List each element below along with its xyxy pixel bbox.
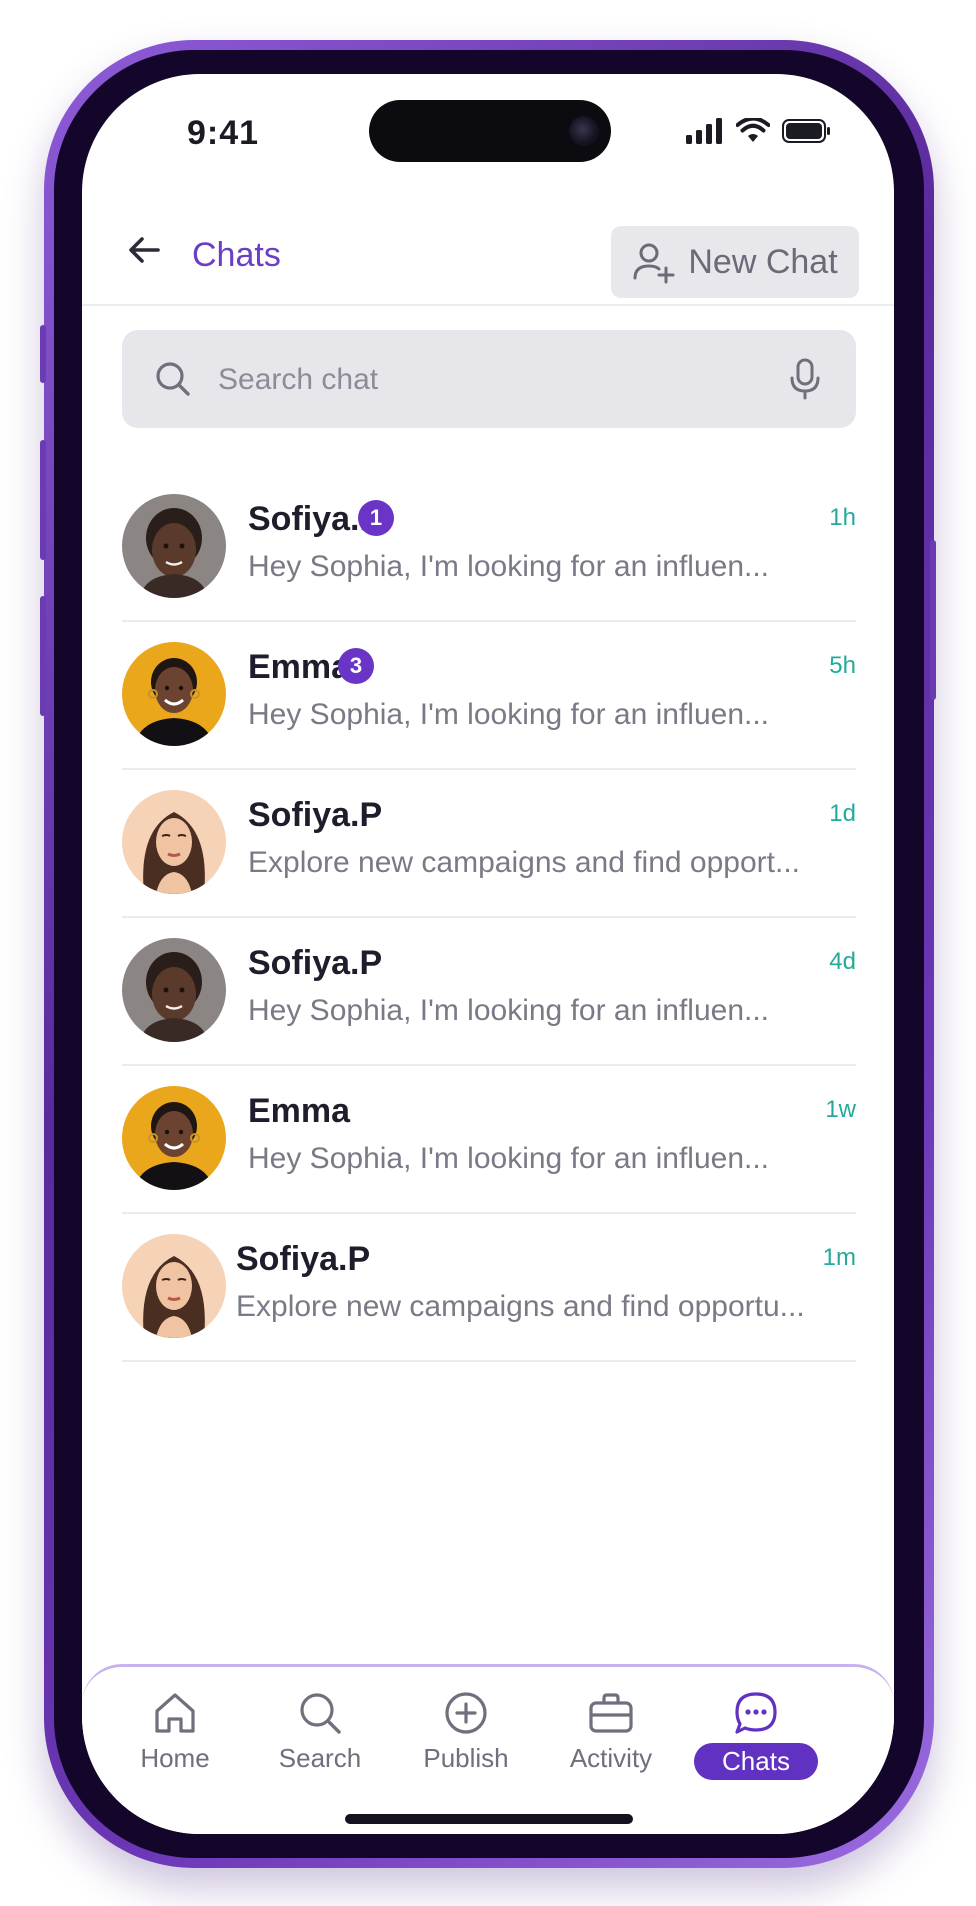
avatar (122, 790, 226, 894)
chat-time: 4d (829, 948, 856, 975)
battery-icon (782, 119, 830, 143)
unread-badge: 3 (338, 648, 374, 684)
page-title: Chats (192, 236, 281, 274)
chat-time: 5h (829, 652, 856, 679)
chat-list: Sofiya.P 1 1h Hey Sophia, I'm looking fo… (122, 474, 856, 1362)
nav-search[interactable]: Search (260, 1689, 380, 1774)
avatar (122, 642, 226, 746)
chat-preview: Hey Sophia, I'm looking for an influen..… (248, 994, 770, 1027)
chat-row[interactable]: Sofiya.P 1d Explore new campaigns and fi… (122, 770, 856, 918)
dynamic-island (369, 100, 611, 162)
phone-screen: 9:41 Chats New Chat Search chat Sofiya.P… (82, 74, 894, 1834)
chat-name: Sofiya.P (248, 944, 383, 982)
phone-side-button (40, 325, 46, 383)
chat-name: Sofiya.P (236, 1240, 371, 1278)
avatar (122, 1234, 226, 1338)
chat-preview: Hey Sophia, I'm looking for an influen..… (248, 550, 770, 583)
chat-name: Sofiya.P (248, 796, 383, 834)
phone-power-button (930, 540, 936, 700)
phone-volume-down-button (40, 596, 46, 716)
app-header: Chats New Chat (82, 194, 894, 306)
nav-activity[interactable]: Activity (551, 1689, 671, 1774)
camera-icon (569, 116, 599, 146)
avatar (122, 1086, 226, 1190)
phone-volume-up-button (40, 440, 46, 560)
nav-label: Home (140, 1743, 210, 1773)
new-chat-label: New Chat (688, 242, 838, 281)
chat-row[interactable]: Emma 3 5h Hey Sophia, I'm looking for an… (122, 622, 856, 770)
search-input[interactable] (216, 330, 760, 430)
nav-label: Activity (569, 1743, 653, 1773)
chat-preview: Explore new campaigns and find opportu..… (236, 1290, 805, 1323)
home-indicator (345, 1814, 633, 1824)
nav-home[interactable]: Home (115, 1689, 235, 1774)
bottom-nav: Home Search Publish Activity Chats (82, 1664, 894, 1834)
chat-row[interactable]: Emma 1w Hey Sophia, I'm looking for an i… (122, 1066, 856, 1214)
chat-bubble-icon (735, 1692, 777, 1734)
avatar (122, 494, 226, 598)
avatar (122, 938, 226, 1042)
search-icon (300, 1693, 341, 1734)
chat-row[interactable]: Sofiya.P 4d Hey Sophia, I'm looking for … (122, 918, 856, 1066)
unread-badge: 1 (358, 500, 394, 536)
home-icon (155, 1693, 195, 1733)
chat-name: Emma (248, 648, 351, 686)
search-bar (122, 330, 856, 430)
chat-row[interactable]: Sofiya.P 1m Explore new campaigns and fi… (122, 1214, 856, 1362)
search-icon (156, 362, 190, 396)
wifi-icon (736, 118, 770, 142)
chat-preview: Hey Sophia, I'm looking for an influen..… (248, 1142, 770, 1175)
chat-time: 1w (825, 1096, 856, 1123)
nav-label: Search (278, 1743, 362, 1773)
briefcase-icon (589, 1693, 633, 1733)
nav-label: Publish (423, 1743, 509, 1773)
status-icons (686, 118, 832, 144)
nav-label: Chats (694, 1743, 818, 1780)
chat-name: Emma (248, 1092, 351, 1130)
plus-circle-icon (445, 1692, 487, 1734)
back-arrow-icon[interactable] (124, 230, 164, 270)
microphone-icon[interactable] (790, 358, 820, 400)
chat-time: 1h (829, 504, 856, 531)
chat-preview: Explore new campaigns and find opport... (248, 846, 800, 879)
nav-publish[interactable]: Publish (406, 1689, 526, 1774)
cellular-signal-icon (686, 118, 722, 144)
status-time: 9:41 (187, 114, 260, 152)
chat-row[interactable]: Sofiya.P 1 1h Hey Sophia, I'm looking fo… (122, 474, 856, 622)
add-user-icon (633, 243, 675, 284)
chat-time: 1d (829, 800, 856, 827)
new-chat-button[interactable]: New Chat (611, 226, 859, 298)
chat-preview: Hey Sophia, I'm looking for an influen..… (248, 698, 770, 731)
nav-chats[interactable]: Chats (694, 1689, 818, 1780)
chat-time: 1m (822, 1244, 856, 1271)
